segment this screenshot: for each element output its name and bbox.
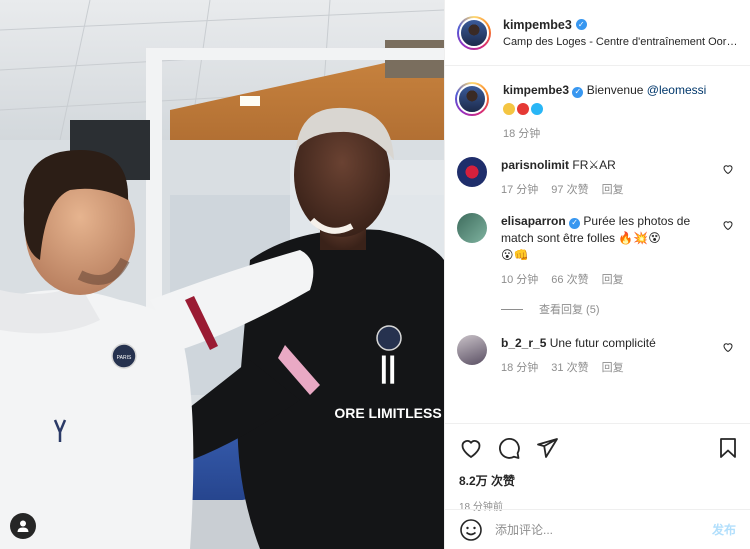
likes-count[interactable]: 8.2万 次赞 — [459, 472, 736, 489]
comment-time[interactable]: 10 分钟 — [501, 272, 538, 289]
comments-list[interactable]: kimpembe3 ✓ Bienvenue @leomessi 18 分钟 pa… — [445, 66, 750, 423]
comment-avatar[interactable] — [457, 335, 487, 365]
comment-text: FR⚔AR — [572, 158, 616, 172]
comment-username[interactable]: elisaparron — [501, 214, 566, 228]
post-photo[interactable]: || ORE LIMITLESS PARIS — [0, 0, 444, 549]
heart-icon[interactable] — [459, 436, 483, 460]
comment-likes[interactable]: 66 次赞 — [551, 272, 588, 289]
verified-badge-icon: ✓ — [569, 217, 581, 229]
comment-username[interactable]: b_2_r_5 — [501, 336, 546, 350]
caption-body: kimpembe3 ✓ Bienvenue @leomessi 18 分钟 — [503, 82, 736, 143]
comment-body: elisaparron ✓ Purée les photos de match … — [501, 213, 736, 289]
caption-avatar[interactable] — [455, 82, 489, 116]
caption-mention-link[interactable]: @leomessi — [647, 83, 707, 97]
author-username[interactable]: kimpembe3 — [503, 18, 572, 32]
tagged-user-button[interactable] — [10, 513, 36, 539]
photo-jersey-text: ORE LIMITLESS — [334, 405, 441, 421]
comment-text: Une futur complicité — [549, 336, 656, 350]
caption-time[interactable]: 18 分钟 — [503, 126, 540, 143]
photo-illustration: || ORE LIMITLESS PARIS — [0, 0, 444, 549]
verified-badge-icon: ✓ — [575, 19, 587, 30]
comment-time[interactable]: 18 分钟 — [501, 360, 538, 377]
comment-reply-button[interactable]: 回复 — [602, 272, 624, 289]
comment-reply-button[interactable]: 回复 — [602, 182, 624, 199]
comment-time[interactable]: 17 分钟 — [501, 182, 538, 199]
share-icon[interactable] — [535, 436, 559, 460]
comment-likes[interactable]: 31 次赞 — [551, 360, 588, 377]
instagram-post-window: || ORE LIMITLESS PARIS kimpembe3 ✓ Camp … — [0, 0, 750, 549]
caption-text: Bienvenue — [586, 83, 644, 97]
comment-body: parisnolimit FR⚔AR 17 分钟 97 次赞 回复 — [501, 157, 736, 199]
post-location[interactable]: Camp des Loges - Centre d'entraînement O… — [503, 36, 736, 48]
comment-like-heart-icon[interactable] — [722, 219, 734, 231]
view-replies-button[interactable]: 查看回复 (5) — [501, 301, 736, 317]
comment-avatar[interactable] — [457, 157, 487, 187]
comment-avatar[interactable] — [457, 213, 487, 243]
comment-item: b_2_r_5 Une futur complicité 18 分钟 31 次赞… — [457, 335, 736, 377]
smile-icon[interactable] — [459, 518, 483, 542]
post-comment-button[interactable]: 发布 — [712, 521, 736, 538]
comment-like-heart-icon[interactable] — [722, 163, 734, 175]
replies-divider — [501, 308, 523, 310]
comment-meta: 10 分钟 66 次赞 回复 — [501, 272, 716, 289]
comment-meta: 17 分钟 97 次赞 回复 — [501, 182, 716, 199]
smile-emoji-icon — [503, 103, 515, 115]
person-icon — [17, 520, 29, 532]
caption-meta: 18 分钟 — [503, 126, 716, 143]
photo-shirt-text: PARIS — [117, 355, 132, 361]
comment-like-heart-icon[interactable] — [722, 341, 734, 353]
action-bar — [459, 436, 736, 460]
view-replies-label: 查看回复 (5) — [539, 304, 600, 316]
comment-item: parisnolimit FR⚔AR 17 分钟 97 次赞 回复 — [457, 157, 736, 199]
author-name-row: kimpembe3 ✓ — [503, 18, 736, 32]
caption-emojis — [503, 101, 716, 118]
svg-text:||: || — [380, 351, 397, 384]
author-avatar[interactable] — [457, 15, 491, 50]
comment-input[interactable] — [495, 522, 712, 537]
comment-body: b_2_r_5 Une futur complicité 18 分钟 31 次赞… — [501, 335, 736, 377]
post-actions: 8.2万 次赞 18 分钟前 发布 — [445, 423, 750, 549]
comment-meta: 18 分钟 31 次赞 回复 — [501, 360, 716, 377]
comment-reply-button[interactable]: 回复 — [602, 360, 624, 377]
post-header: kimpembe3 ✓ Camp des Loges - Centre d'en… — [445, 0, 750, 66]
author-info: kimpembe3 ✓ Camp des Loges - Centre d'en… — [503, 18, 736, 48]
post-sidebar: kimpembe3 ✓ Camp des Loges - Centre d'en… — [444, 0, 750, 549]
verified-badge-icon: ✓ — [572, 86, 584, 98]
comment-icon[interactable] — [497, 436, 521, 460]
caption-username[interactable]: kimpembe3 — [503, 83, 569, 97]
comment-text-emojis: 😮👊 — [501, 248, 529, 262]
comment-username[interactable]: parisnolimit — [501, 158, 569, 172]
post-caption: kimpembe3 ✓ Bienvenue @leomessi 18 分钟 — [455, 82, 736, 143]
comment-likes[interactable]: 97 次赞 — [551, 182, 588, 199]
comment-item: elisaparron ✓ Purée les photos de match … — [457, 213, 736, 289]
red-circle-emoji-icon — [517, 103, 529, 115]
blue-circle-emoji-icon — [531, 103, 543, 115]
add-comment-bar: 发布 — [445, 509, 750, 549]
bookmark-icon[interactable] — [716, 436, 740, 460]
